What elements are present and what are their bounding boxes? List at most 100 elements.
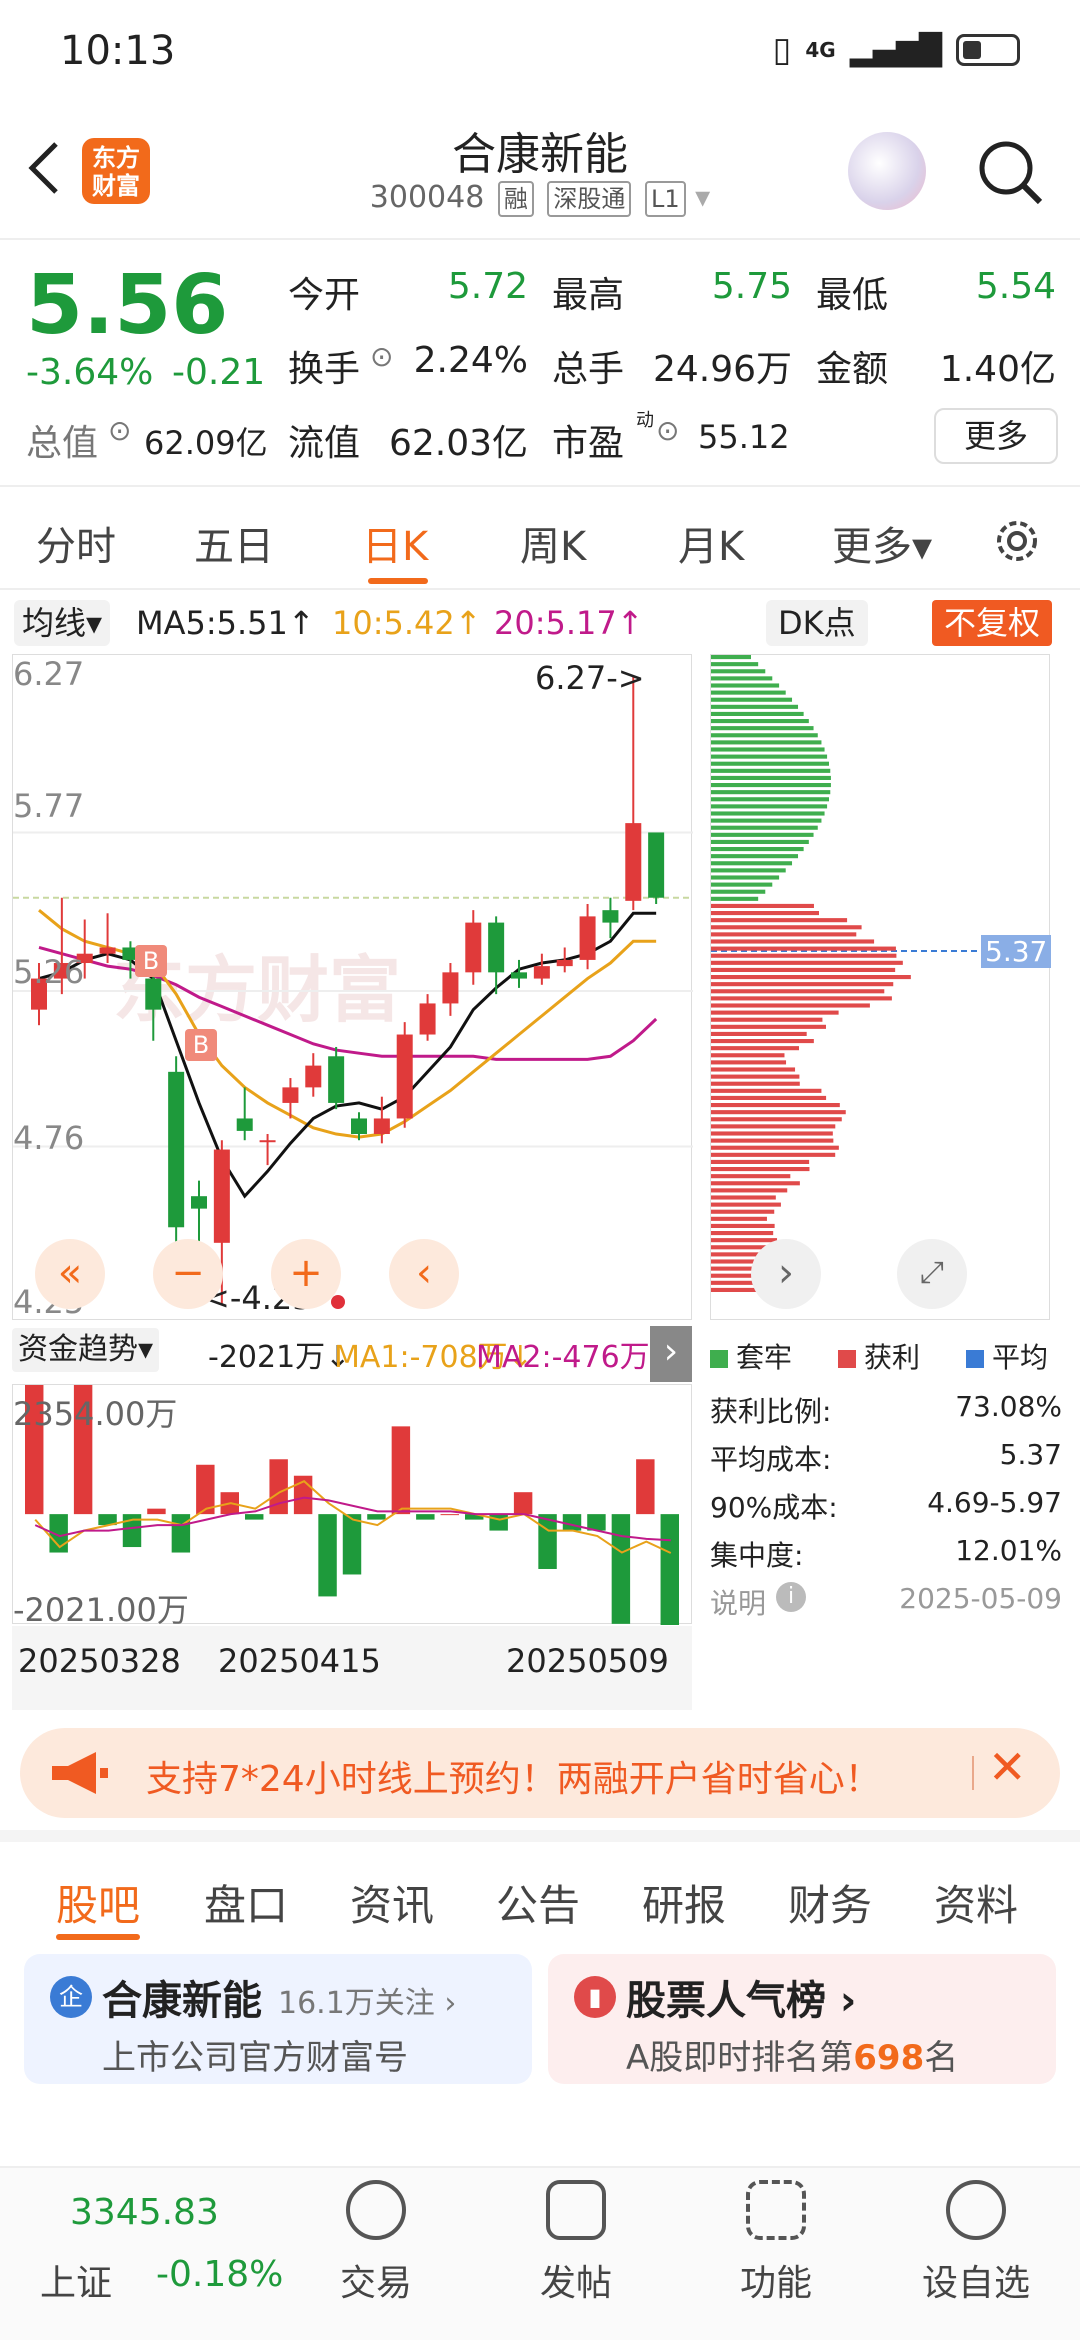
status-time: 10:13 xyxy=(60,28,175,74)
fund-bar xyxy=(172,1514,190,1552)
search-icon[interactable] xyxy=(974,136,1046,208)
kline-svg: 东方财富 xyxy=(13,655,693,1321)
chip-bar xyxy=(711,1153,835,1157)
candle-body xyxy=(282,1087,298,1103)
nav-trade[interactable]: 交易 xyxy=(306,2180,446,2306)
chip-bar xyxy=(711,1075,799,1079)
index-name[interactable]: 上证 xyxy=(40,2254,112,2306)
index-value[interactable]: 3345.83 xyxy=(70,2192,219,2233)
step-forward-icon[interactable]: › xyxy=(751,1239,821,1309)
chip-bar xyxy=(711,1210,774,1214)
fund-bar xyxy=(367,1514,385,1519)
tab-guba[interactable]: 股吧 xyxy=(56,1872,140,1933)
info-icon[interactable]: ⊙ xyxy=(108,414,131,447)
tab-pankou[interactable]: 盘口 xyxy=(204,1872,288,1933)
fund-bar xyxy=(661,1514,679,1625)
signal-icon: ▂▄▆█ xyxy=(850,33,942,68)
promo-banner[interactable]: 支持7*24小时线上预约！两融开户省时省心！ ✕ xyxy=(20,1728,1060,1818)
tab-daily-k[interactable]: 日K xyxy=(362,514,428,572)
battery-icon xyxy=(956,34,1020,66)
step-back-icon[interactable]: ‹ xyxy=(389,1239,459,1309)
turnover-value: 2.24% xyxy=(404,340,528,381)
fund-bar xyxy=(563,1514,581,1530)
chip-bar xyxy=(711,961,903,965)
tab-news[interactable]: 资讯 xyxy=(350,1872,434,1933)
expand-right-icon[interactable]: › xyxy=(650,1326,692,1382)
date-axis: 20250328 20250415 20250509 xyxy=(12,1626,692,1710)
stat-label: 获利比例: xyxy=(710,1390,831,1430)
candle-body xyxy=(511,972,527,978)
tab-intraday[interactable]: 分时 xyxy=(36,514,116,572)
explain-label[interactable]: 说明 xyxy=(710,1582,766,1622)
fund-trend-selector[interactable]: 资金趋势▾ xyxy=(12,1328,159,1372)
chip-bar xyxy=(711,698,792,702)
stat-value: 73.08% xyxy=(955,1390,1062,1423)
dk-point-button[interactable]: DK点 xyxy=(766,600,868,646)
tab-finance[interactable]: 财务 xyxy=(788,1872,872,1933)
candle-body xyxy=(168,1072,184,1227)
ranking-title: 股票人气榜 › xyxy=(626,1968,856,2026)
tab-five-day[interactable]: 五日 xyxy=(194,514,274,572)
chip-bar xyxy=(711,890,765,894)
tab-weekly-k[interactable]: 周K xyxy=(520,514,586,572)
fund-bar xyxy=(318,1514,336,1596)
buy-marker[interactable]: B xyxy=(135,945,167,977)
dropdown-arrow-icon[interactable]: ▾ xyxy=(695,180,710,215)
tab-announcements[interactable]: 公告 xyxy=(496,1872,580,1933)
fund-bar xyxy=(392,1426,410,1514)
turnover-label: 换手 xyxy=(288,340,360,392)
candle-body xyxy=(237,1118,253,1130)
ma-selector[interactable]: 均线▾ xyxy=(14,600,110,646)
expand-icon[interactable]: ⤢ xyxy=(897,1239,967,1309)
chip-bar xyxy=(711,1160,809,1164)
zoom-out-icon[interactable]: − xyxy=(153,1239,223,1309)
candle-body xyxy=(488,923,504,973)
tab-monthly-k[interactable]: 月K xyxy=(678,514,744,572)
content-tabs: 股吧 盘口 资讯 公告 研报 财务 资料 xyxy=(0,1830,1080,1940)
current-price: 5.56 xyxy=(26,258,228,353)
stat-label: 90%成本: xyxy=(710,1486,838,1526)
chip-bar xyxy=(711,875,779,879)
banner-text[interactable]: 支持7*24小时线上预约！两融开户省时省心！ xyxy=(146,1750,881,1802)
info-icon[interactable]: i xyxy=(776,1582,806,1612)
explain-row[interactable]: 说明 i 2025-05-09 xyxy=(710,1576,1062,1624)
gear-icon[interactable] xyxy=(990,514,1044,568)
company-card[interactable]: 企 合康新能 16.1万关注 › 上市公司官方财富号 xyxy=(24,1954,532,2084)
high-label: 最高 xyxy=(552,266,624,318)
assistant-robot-icon[interactable] xyxy=(848,132,926,210)
chip-bar xyxy=(711,1025,826,1029)
chip-bar xyxy=(711,996,892,1000)
y-label-2: 5.77 xyxy=(13,787,84,825)
ma20-value: 20:5.17↑ xyxy=(494,604,644,642)
info-icon[interactable]: ⊙ xyxy=(656,414,679,447)
volume-value: 24.96万 xyxy=(634,340,792,392)
nav-add-watchlist[interactable]: 设自选 xyxy=(906,2180,1046,2306)
avg-cost-tag: 5.37 xyxy=(981,935,1051,968)
tab-profile[interactable]: 资料 xyxy=(934,1872,1018,1933)
kline-chart[interactable]: 东方财富 6.27 5.77 5.26 4.76 4.25 6.27-> <-4… xyxy=(12,654,692,1320)
more-button[interactable]: 更多 xyxy=(934,408,1058,464)
adjust-mode-button[interactable]: 不复权 xyxy=(932,600,1052,646)
buy-marker[interactable]: B xyxy=(185,1029,217,1061)
nav-functions[interactable]: 功能 xyxy=(706,2180,846,2306)
nav-post[interactable]: 发帖 xyxy=(506,2180,646,2306)
chip-bar xyxy=(711,833,814,837)
chip-bar xyxy=(711,733,818,737)
live-dot xyxy=(331,1295,345,1309)
chip-bar xyxy=(711,1046,799,1050)
ranking-card[interactable]: ▮ 股票人气榜 › A股即时排名第698名 xyxy=(548,1954,1056,2084)
tag-connect: 深股通 xyxy=(547,181,631,217)
rewind-icon[interactable]: « xyxy=(35,1239,105,1309)
tab-more[interactable]: 更多▾ xyxy=(832,514,932,572)
legend-swatch xyxy=(838,1350,856,1368)
tag-level: L1 xyxy=(645,181,686,217)
tab-research[interactable]: 研报 xyxy=(642,1872,726,1933)
legend-label: 平均 xyxy=(992,1341,1048,1374)
close-icon[interactable]: ✕ xyxy=(988,1740,1027,1794)
chip-bar xyxy=(711,1039,814,1043)
chip-bar xyxy=(711,1238,777,1242)
info-icon[interactable]: ⊙ xyxy=(370,340,393,373)
ranking-desc: A股即时排名第698名 xyxy=(626,2030,958,2079)
stat-row: 集中度: 12.01% xyxy=(710,1528,1062,1576)
index-change[interactable]: -0.18% xyxy=(156,2254,283,2295)
